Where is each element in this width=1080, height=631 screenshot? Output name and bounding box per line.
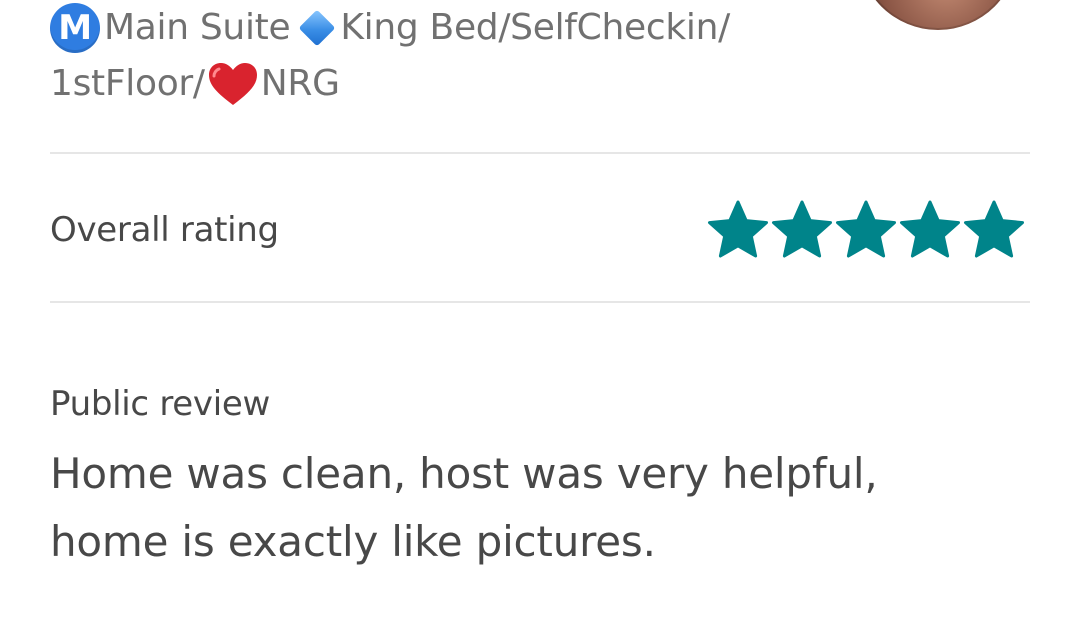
- listing-title-floor: 1stFloor/: [50, 63, 205, 104]
- listing-title-line-2: 1stFloor/ NRG: [50, 56, 830, 112]
- overall-rating-label: Overall rating: [50, 210, 279, 250]
- m-circle-icon: M: [50, 3, 100, 53]
- listing-title: M Main Suite King Bed/SelfCheckin/ 1stFl…: [50, 0, 830, 112]
- listing-title-main-suite: Main Suite: [104, 7, 291, 48]
- divider: [50, 301, 1030, 303]
- red-heart-icon: [207, 61, 259, 107]
- divider: [50, 152, 1030, 154]
- review-text-line-1: Home was clean, host was very helpful,: [50, 449, 878, 498]
- star-rating: [706, 198, 1026, 262]
- public-review-text: Home was clean, host was very helpful, h…: [50, 440, 1010, 576]
- listing-title-line-1: M Main Suite King Bed/SelfCheckin/: [50, 0, 830, 56]
- star-icon: [834, 198, 898, 262]
- star-icon: [898, 198, 962, 262]
- star-icon: [770, 198, 834, 262]
- listing-title-king-bed: King Bed/SelfCheckin/: [340, 7, 730, 48]
- star-icon: [706, 198, 770, 262]
- listing-title-nrg: NRG: [260, 63, 340, 104]
- blue-diamond-icon: [298, 9, 336, 47]
- avatar[interactable]: [858, 0, 1018, 30]
- review-text-line-2: home is exactly like pictures.: [50, 517, 656, 566]
- public-review-label: Public review: [50, 384, 270, 424]
- star-icon: [962, 198, 1026, 262]
